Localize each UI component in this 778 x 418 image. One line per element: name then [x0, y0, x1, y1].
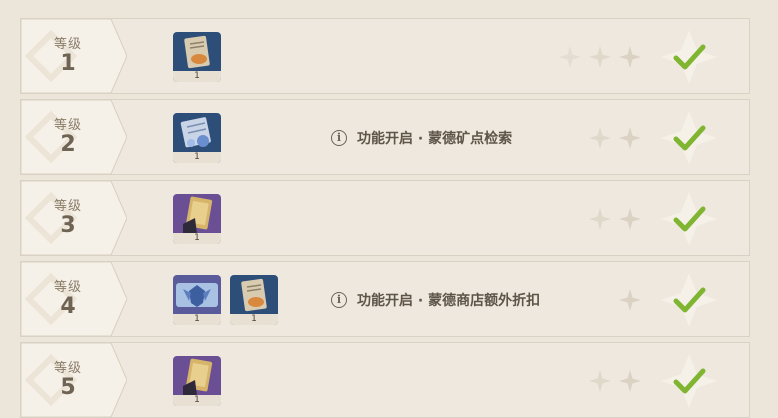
- reward-item[interactable]: 1: [173, 113, 221, 163]
- level-tab: 等级 1: [21, 19, 127, 93]
- feature-unlock: i 功能开启 · 蒙德商店额外折扣: [331, 289, 540, 311]
- reward-item[interactable]: 1: [173, 32, 221, 82]
- claimed-check-icon: [661, 111, 717, 165]
- reward-count: 1: [173, 233, 221, 244]
- star-icon: [619, 46, 641, 68]
- star-icon: [559, 46, 581, 68]
- star-icon: [619, 370, 641, 392]
- reward-item[interactable]: 1: [173, 194, 221, 244]
- claimed-check-icon: [661, 354, 717, 408]
- level-row-1: 等级 1 1: [20, 18, 750, 94]
- level-row-4: 等级 4 1 1 i 功能开启 · 蒙德商店额外折扣: [20, 261, 750, 337]
- reputation-level-list: 等级 1 1 等级 2 1 i 功能开启 · 蒙德矿点检索 等级 3 1 等级 …: [0, 0, 778, 418]
- star-icon: [619, 289, 641, 311]
- star-icon: [619, 127, 641, 149]
- level-row-5: 等级 5 1: [20, 342, 750, 418]
- reward-item[interactable]: 1: [230, 275, 278, 325]
- reward-count: 1: [230, 314, 278, 325]
- level-tab: 等级 3: [21, 181, 127, 255]
- level-tab: 等级 5: [21, 343, 127, 417]
- claimed-check-icon: [661, 30, 717, 84]
- level-number: 3: [60, 213, 76, 238]
- reward-count: 1: [173, 152, 221, 163]
- reward-item[interactable]: 1: [173, 356, 221, 406]
- reward-count: 1: [173, 395, 221, 406]
- book-gold-icon: [183, 196, 213, 234]
- map-blue-icon: [180, 117, 211, 148]
- level-number: 4: [60, 294, 76, 319]
- level-row-3: 等级 3 1: [20, 180, 750, 256]
- level-number: 5: [60, 375, 76, 400]
- level-label: 等级: [53, 361, 82, 376]
- wings-blue-icon: [176, 283, 218, 307]
- book-orange-icon: [184, 35, 210, 69]
- level-tab: 等级 2: [21, 100, 127, 174]
- star-icon: [589, 127, 611, 149]
- book-gold-icon: [183, 358, 213, 396]
- star-icon: [589, 46, 611, 68]
- level-label: 等级: [53, 199, 82, 214]
- claimed-check-icon: [661, 192, 717, 246]
- book-orange-icon: [241, 278, 267, 312]
- info-icon[interactable]: i: [331, 292, 347, 308]
- claimed-check-icon: [661, 273, 717, 327]
- reward-count: 1: [173, 314, 221, 325]
- info-icon[interactable]: i: [331, 130, 347, 146]
- level-label: 等级: [53, 118, 82, 133]
- reward-count: 1: [173, 71, 221, 82]
- feature-unlock: i 功能开启 · 蒙德矿点检索: [331, 127, 512, 149]
- star-icon: [589, 370, 611, 392]
- level-number: 1: [60, 51, 76, 76]
- level-tab: 等级 4: [21, 262, 127, 336]
- feature-unlock-text: 功能开启 · 蒙德商店额外折扣: [357, 293, 541, 309]
- reward-item[interactable]: 1: [173, 275, 221, 325]
- level-label: 等级: [53, 37, 82, 52]
- feature-unlock-text: 功能开启 · 蒙德矿点检索: [357, 131, 513, 147]
- star-icon: [619, 208, 641, 230]
- star-icon: [589, 208, 611, 230]
- level-number: 2: [60, 132, 76, 157]
- level-row-2: 等级 2 1 i 功能开启 · 蒙德矿点检索: [20, 99, 750, 175]
- level-label: 等级: [53, 280, 82, 295]
